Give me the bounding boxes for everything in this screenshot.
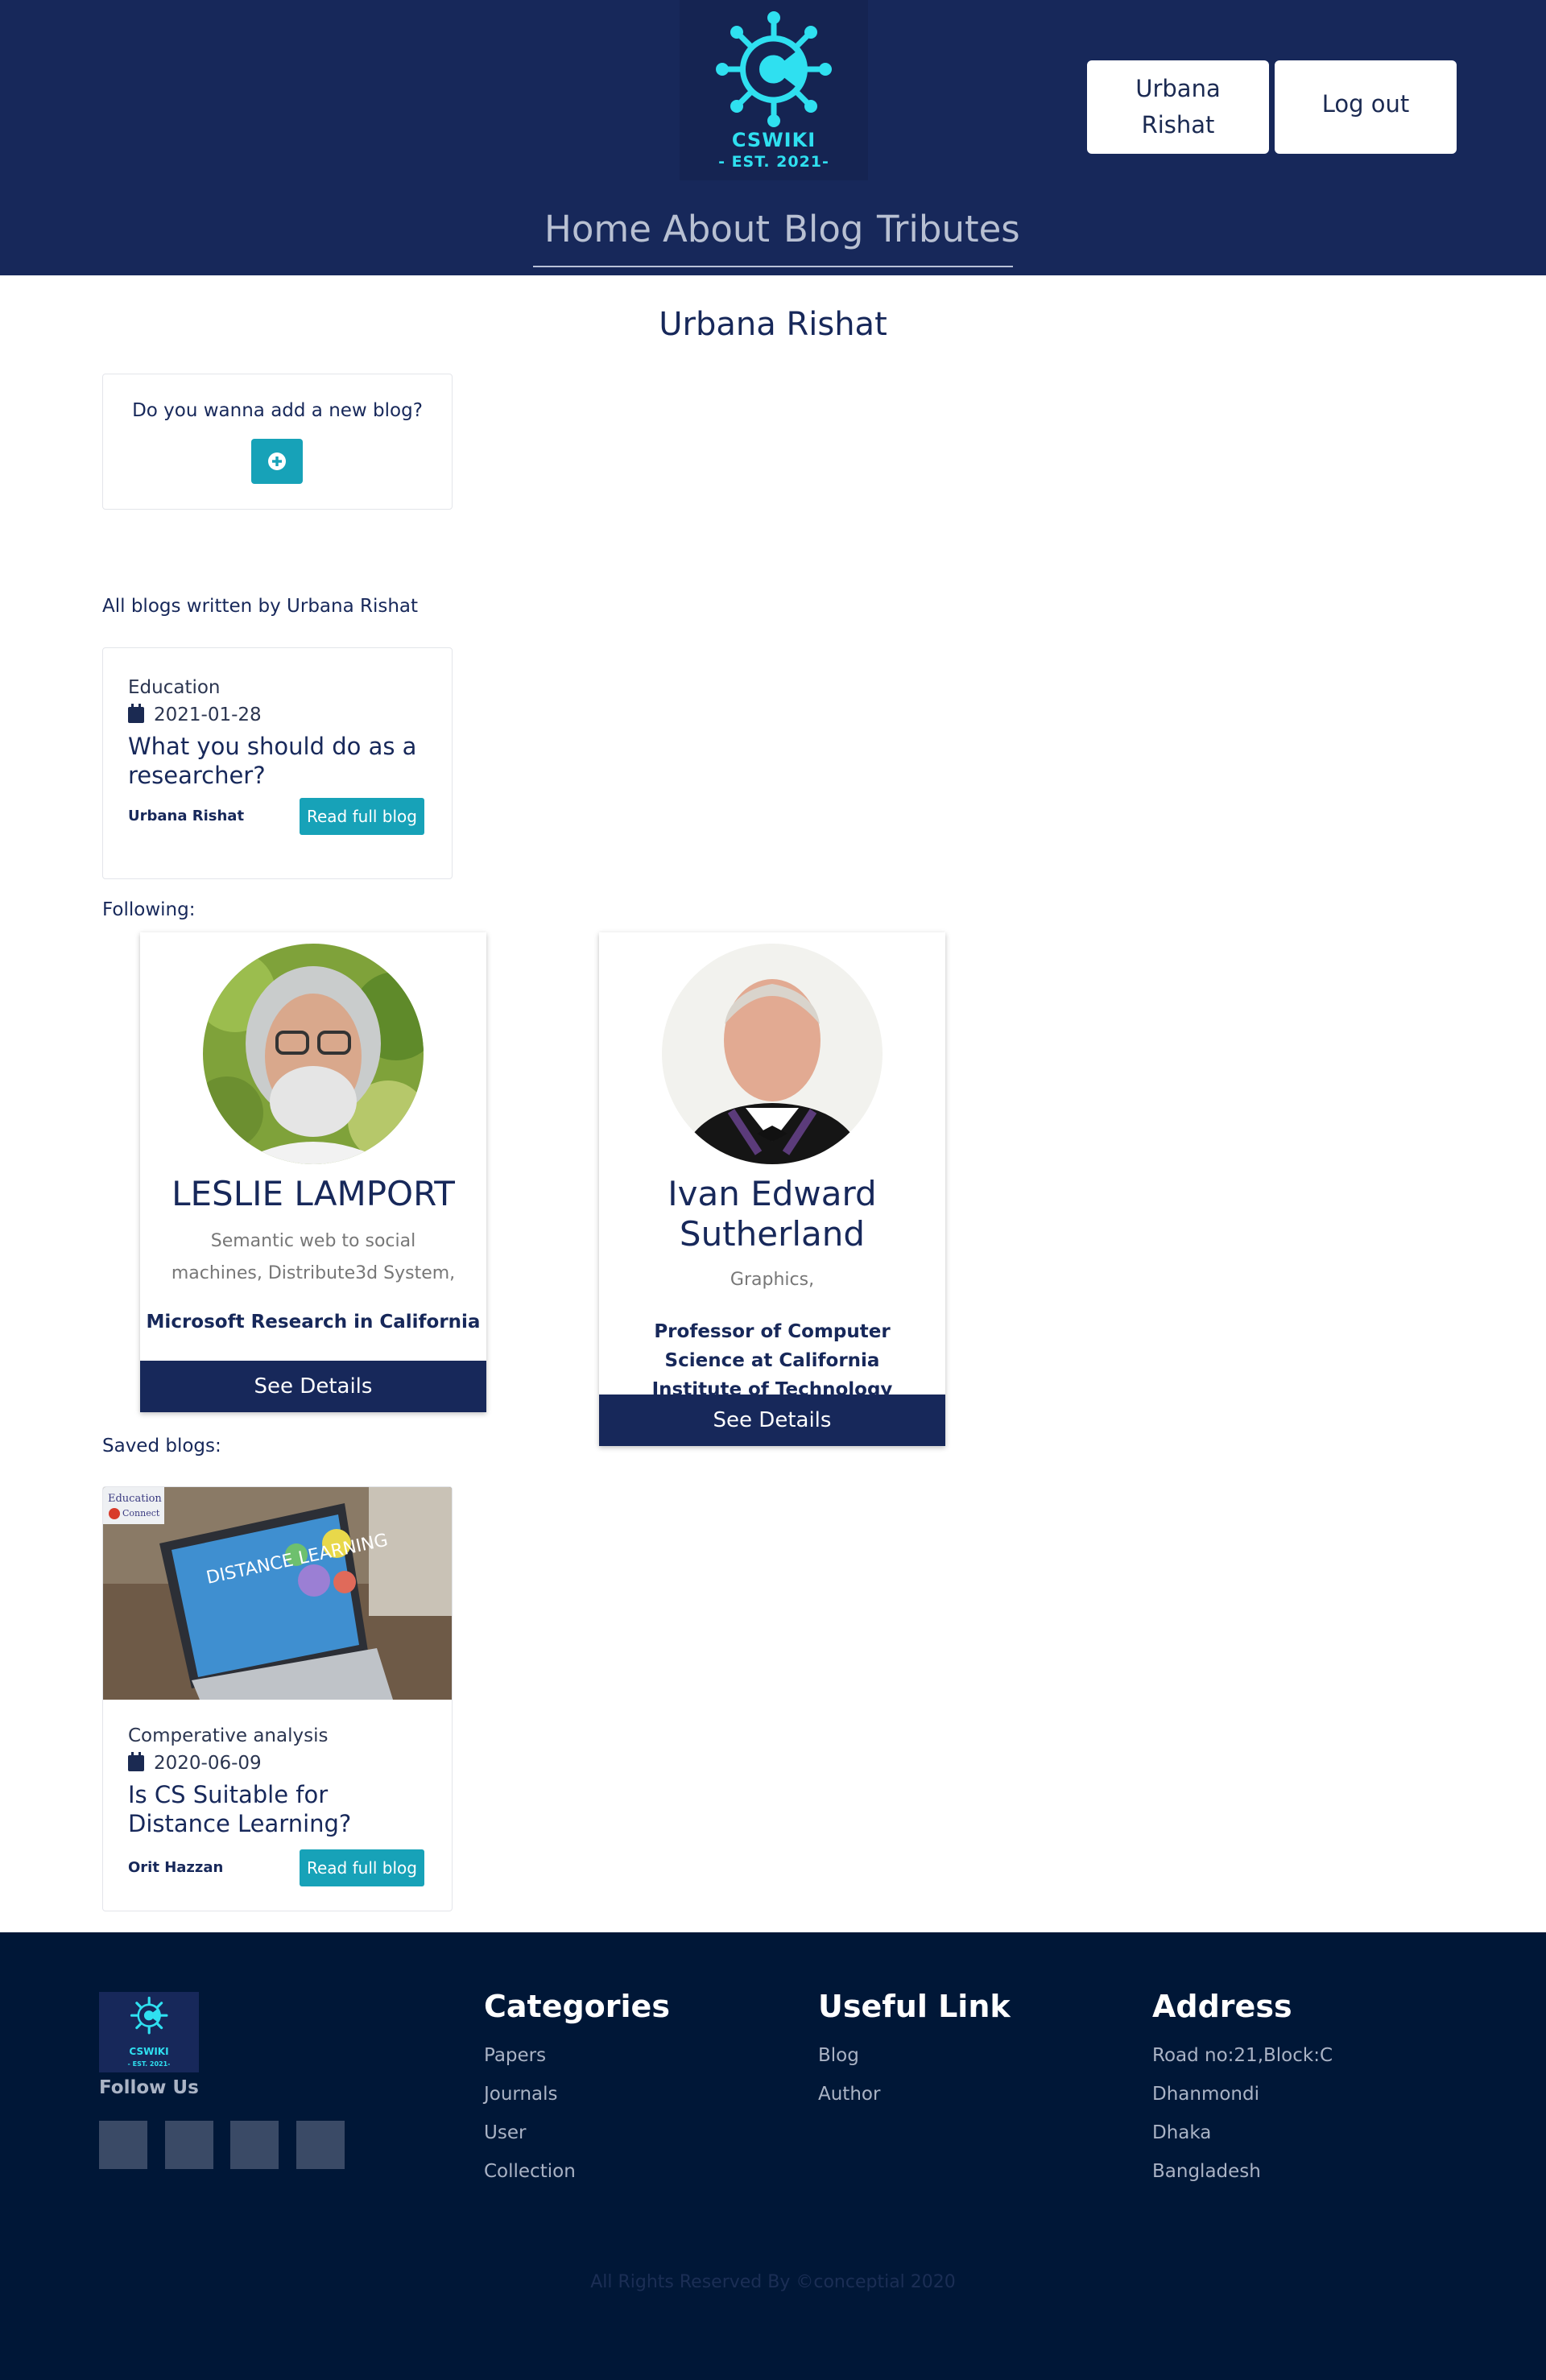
- footer-logo-name: CSWIKI: [129, 2046, 168, 2057]
- portrait-image: [203, 944, 424, 1164]
- following-card: LESLIE LAMPORT Semantic web to social ma…: [140, 932, 486, 1412]
- address-line: Road no:21,Block:C: [1152, 2045, 1333, 2066]
- add-blog-card: Do you wanna add a new blog?: [102, 374, 453, 510]
- portrait-image: [662, 944, 883, 1164]
- blog-date: 2021-01-28: [128, 704, 262, 725]
- blog-date-text: 2020-06-09: [154, 1753, 262, 1774]
- main-nav: Home About Blog Tributes: [533, 203, 1020, 267]
- address-heading: Address: [1152, 1989, 1292, 2024]
- read-full-blog-button[interactable]: Read full blog: [300, 1849, 424, 1886]
- useful-link-heading: Useful Link: [818, 1989, 1011, 2024]
- footer-link-papers[interactable]: Papers: [484, 2045, 546, 2066]
- blog-date-text: 2021-01-28: [154, 704, 262, 725]
- footer-logo[interactable]: CSWIKI - EST. 2021-: [99, 1992, 199, 2072]
- address-line: Bangladesh: [1152, 2161, 1261, 2182]
- blog-author: Urbana Rishat: [128, 808, 245, 824]
- nav-tributes[interactable]: Tributes: [877, 208, 1020, 250]
- blog-card: Education 2021-01-28 What you should do …: [102, 647, 453, 879]
- plus-circle-icon: [268, 452, 286, 470]
- my-blogs-label: All blogs written by Urbana Rishat: [102, 596, 419, 617]
- social-icon-4[interactable]: [296, 2121, 345, 2169]
- social-icon-2[interactable]: [165, 2121, 213, 2169]
- footer-link-blog[interactable]: Blog: [818, 2045, 859, 2066]
- user-profile-button[interactable]: Urbana Rishat: [1087, 60, 1269, 154]
- calendar-icon: [128, 704, 144, 723]
- site-header: CSWIKI - EST. 2021- Urbana Rishat Log ou…: [0, 0, 1546, 275]
- person-name: Ivan Edward Sutherland: [668, 1174, 877, 1254]
- avatar: [662, 944, 883, 1164]
- read-full-blog-button[interactable]: Read full blog: [300, 798, 424, 835]
- blog-author: Orit Hazzan: [128, 1859, 224, 1876]
- blog-cover-image: DISTANCE LEARNING Education Connect: [103, 1487, 452, 1700]
- site-logo[interactable]: CSWIKI - EST. 2021-: [680, 0, 868, 180]
- logo-name: CSWIKI: [731, 129, 816, 151]
- logout-label: Log out: [1321, 89, 1410, 118]
- nav-about[interactable]: About: [663, 208, 770, 250]
- person-name: LESLIE LAMPORT: [172, 1174, 455, 1213]
- cover-badge-line1: Education: [108, 1493, 162, 1505]
- blog-category: Education: [128, 677, 221, 698]
- social-icon-1[interactable]: [99, 2121, 147, 2169]
- page-title: Urbana Rishat: [659, 306, 887, 343]
- footer-link-collection[interactable]: Collection: [484, 2161, 576, 2182]
- blog-title: Is CS Suitable for Distance Learning?: [128, 1781, 352, 1837]
- saved-blog-card: DISTANCE LEARNING Education Connect Comp…: [102, 1486, 453, 1911]
- following-card: Ivan Edward Sutherland Graphics, Profess…: [599, 932, 945, 1446]
- footer-logo-tagline: - EST. 2021-: [128, 2060, 171, 2068]
- nav-home[interactable]: Home: [544, 208, 651, 250]
- footer-link-journals[interactable]: Journals: [484, 2084, 558, 2105]
- following-label: Following:: [102, 899, 196, 920]
- person-topics: Semantic web to social machines, Distrib…: [171, 1231, 456, 1283]
- add-blog-button[interactable]: [251, 439, 303, 484]
- virus-c-logo-icon: CSWIKI - EST. 2021-: [128, 1996, 171, 2068]
- person-organization: Microsoft Research in California: [146, 1312, 481, 1333]
- add-blog-question: Do you wanna add a new blog?: [132, 400, 423, 421]
- footer-link-user[interactable]: User: [484, 2122, 526, 2143]
- categories-heading: Categories: [484, 1989, 670, 2024]
- address-line: Dhanmondi: [1152, 2084, 1260, 2105]
- social-icon-3[interactable]: [230, 2121, 279, 2169]
- user-profile-label: Urbana Rishat: [1135, 75, 1221, 138]
- follow-us-label: Follow Us: [99, 2077, 199, 2098]
- saved-blogs-label: Saved blogs:: [102, 1436, 221, 1457]
- see-details-button[interactable]: See Details: [140, 1361, 486, 1412]
- blog-title: What you should do as a researcher?: [128, 733, 417, 789]
- blog-category: Comperative analysis: [128, 1725, 329, 1746]
- logout-button[interactable]: Log out: [1275, 60, 1457, 154]
- avatar: [203, 944, 424, 1164]
- blog-date: 2020-06-09: [128, 1752, 262, 1774]
- person-topics: Graphics,: [730, 1270, 815, 1290]
- person-organization: Professor of Computer Science at Califor…: [651, 1321, 893, 1400]
- virus-c-logo-icon: [716, 11, 832, 127]
- see-details-button[interactable]: See Details: [599, 1395, 945, 1446]
- address-line: Dhaka: [1152, 2122, 1212, 2143]
- copyright-text: All Rights Reserved By ©conceptial 2020: [590, 2272, 956, 2292]
- calendar-icon: [128, 1752, 144, 1771]
- footer-link-author[interactable]: Author: [818, 2084, 880, 2105]
- site-footer: CSWIKI - EST. 2021- Follow Us Categories…: [0, 1932, 1546, 2380]
- nav-blog[interactable]: Blog: [783, 208, 863, 250]
- logo-tagline: - EST. 2021-: [718, 153, 829, 171]
- cover-badge-line2: Connect: [122, 1508, 160, 1518]
